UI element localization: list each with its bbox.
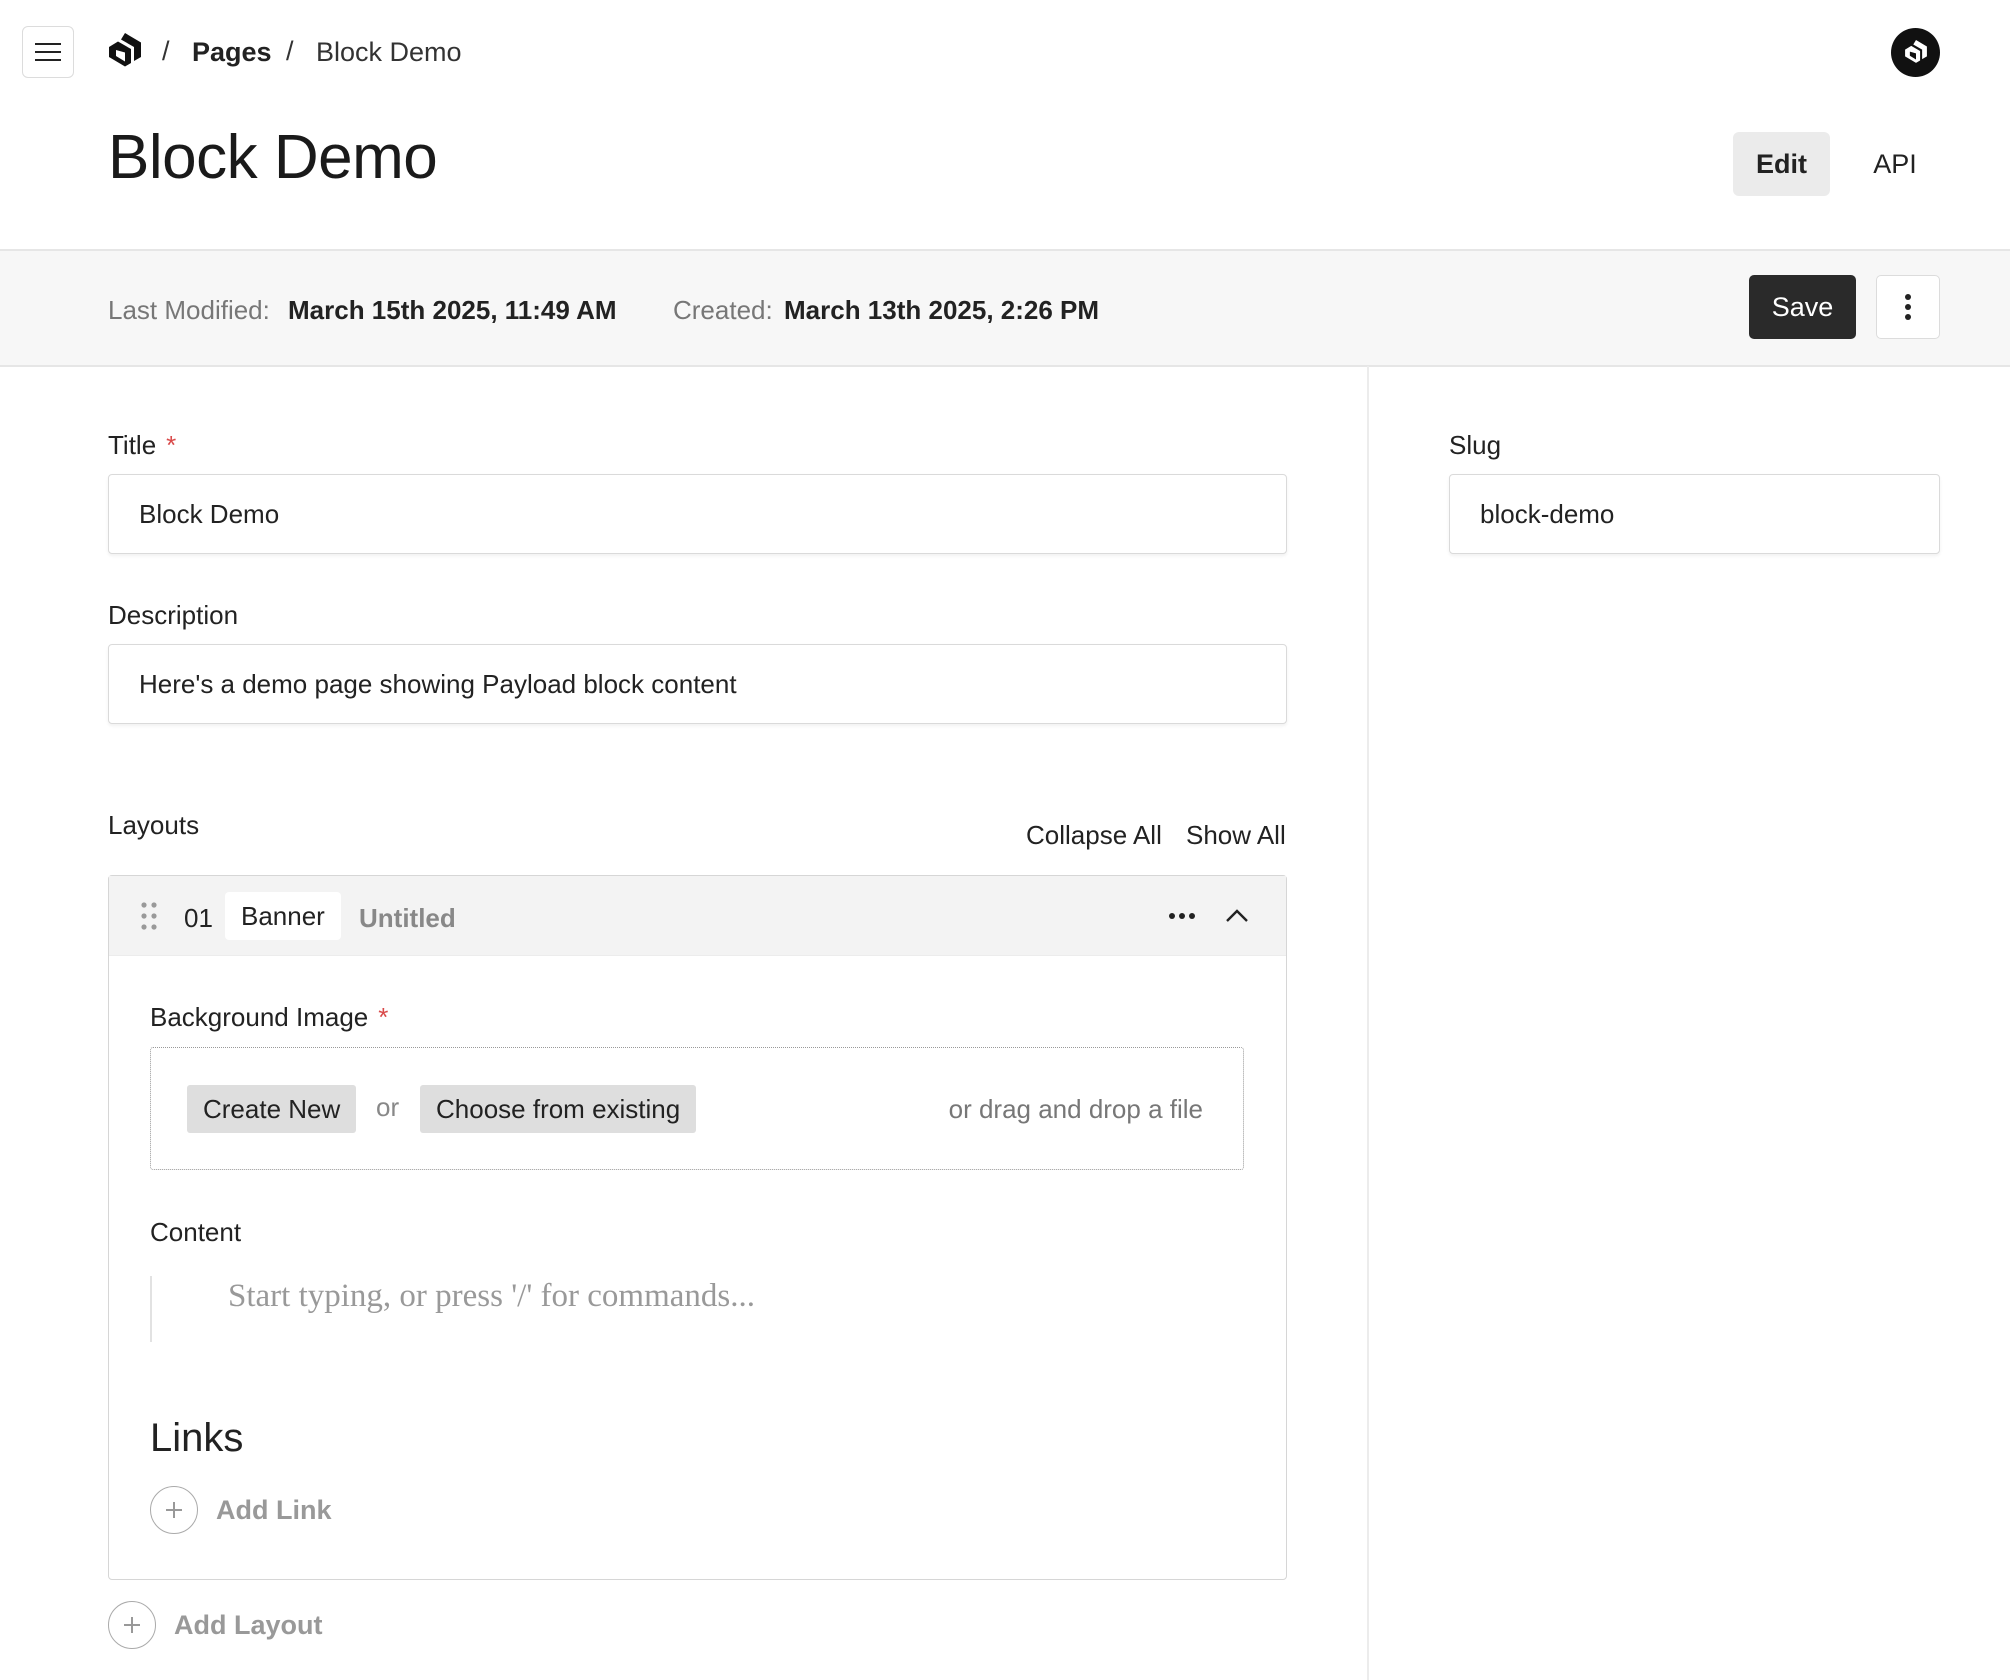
horizontal-dots-icon bbox=[1169, 913, 1195, 919]
layout-block: 01 Banner Untitled Background Image * Cre… bbox=[108, 875, 1287, 1580]
background-image-label: Background Image * bbox=[150, 1002, 388, 1033]
block-type-pill: Banner bbox=[225, 892, 341, 940]
background-image-label-text: Background Image bbox=[150, 1002, 369, 1032]
add-layout-button[interactable]: Add Layout bbox=[108, 1601, 323, 1649]
block-header[interactable]: 01 Banner Untitled bbox=[109, 876, 1286, 956]
block-collapse-button[interactable] bbox=[1219, 898, 1255, 934]
tab-edit[interactable]: Edit bbox=[1733, 132, 1830, 196]
editor-placeholder: Start typing, or press '/' for commands.… bbox=[228, 1278, 755, 1314]
payload-logo-icon[interactable] bbox=[105, 30, 145, 74]
content-field-label: Content bbox=[150, 1217, 242, 1247]
create-new-button[interactable]: Create New bbox=[187, 1085, 357, 1133]
show-all-button[interactable]: Show All bbox=[1186, 820, 1286, 851]
upload-dropzone[interactable]: Create New or Choose from existing or dr… bbox=[150, 1047, 1244, 1170]
user-avatar[interactable] bbox=[1891, 28, 1940, 77]
page-title: Block Demo bbox=[108, 123, 438, 192]
description-input[interactable] bbox=[108, 644, 1287, 724]
add-layout-label: Add Layout bbox=[174, 1609, 323, 1640]
hamburger-menu-icon bbox=[35, 43, 61, 61]
choose-existing-button[interactable]: Choose from existing bbox=[420, 1085, 697, 1133]
breadcrumb-current: Block Demo bbox=[316, 37, 462, 67]
chevron-up-icon bbox=[1226, 909, 1248, 922]
meta-divider bbox=[0, 365, 2010, 367]
block-title: Untitled bbox=[359, 903, 456, 933]
required-mark: * bbox=[166, 430, 177, 460]
user-avatar-icon bbox=[1904, 39, 1927, 63]
drag-drop-hint: or drag and drop a file bbox=[948, 1094, 1203, 1124]
last-modified-label: Last Modified: bbox=[108, 295, 270, 325]
breadcrumb-pages-link[interactable]: Pages bbox=[192, 37, 272, 68]
vertical-dots-icon bbox=[1905, 294, 1911, 320]
save-button[interactable]: Save bbox=[1749, 275, 1856, 339]
required-mark: * bbox=[378, 1002, 389, 1032]
title-field-label: Title * bbox=[108, 430, 176, 461]
plus-circle-icon bbox=[108, 1601, 156, 1649]
layouts-label: Layouts bbox=[108, 810, 200, 840]
rich-text-editor[interactable]: Start typing, or press '/' for commands.… bbox=[150, 1276, 1244, 1342]
collapse-all-button[interactable]: Collapse All bbox=[1026, 820, 1162, 851]
drag-handle-icon[interactable] bbox=[141, 902, 157, 930]
menu-button[interactable] bbox=[22, 26, 74, 78]
last-modified-value: March 15th 2025, 11:49 AM bbox=[288, 295, 617, 325]
add-link-label: Add Link bbox=[216, 1494, 332, 1525]
plus-circle-icon bbox=[150, 1486, 198, 1534]
add-link-button[interactable]: Add Link bbox=[150, 1486, 332, 1534]
document-more-button[interactable] bbox=[1876, 275, 1940, 339]
block-more-button[interactable] bbox=[1164, 898, 1200, 934]
block-number: 01 bbox=[184, 903, 213, 933]
links-heading: Links bbox=[150, 1416, 244, 1460]
created-value: March 13th 2025, 2:26 PM bbox=[784, 295, 1100, 325]
slug-input[interactable] bbox=[1449, 474, 1940, 554]
created-label: Created: bbox=[673, 295, 773, 325]
title-label-text: Title bbox=[108, 430, 157, 460]
title-input[interactable] bbox=[108, 474, 1287, 554]
slug-field-label: Slug bbox=[1449, 430, 1502, 460]
tab-api[interactable]: API bbox=[1855, 132, 1935, 196]
description-field-label: Description bbox=[108, 600, 239, 630]
upload-or-text: or bbox=[376, 1092, 400, 1122]
breadcrumb-separator: / bbox=[162, 36, 170, 66]
sidebar-divider bbox=[1367, 366, 1369, 1680]
breadcrumb-separator: / bbox=[286, 36, 294, 66]
